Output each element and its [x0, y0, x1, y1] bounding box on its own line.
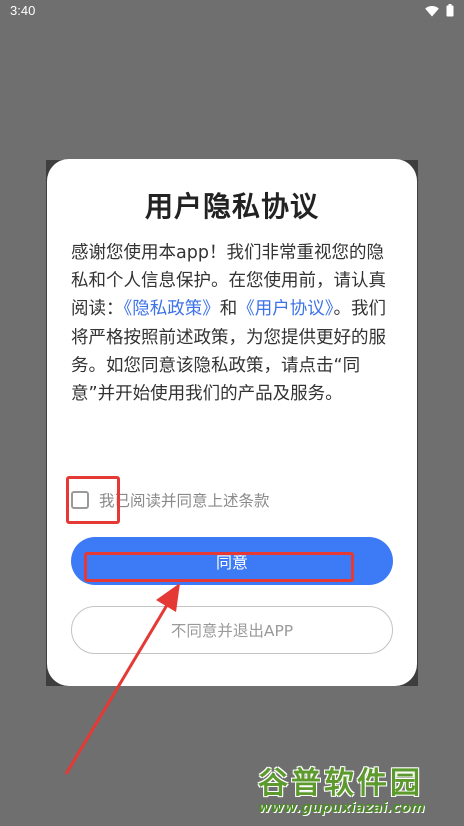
watermark: 谷普软件园 www.gupuxiazai.com: [252, 748, 462, 826]
watermark-title: 谷普软件园: [258, 766, 423, 801]
watermark-url: www.gupuxiazai.com: [258, 800, 425, 816]
annotation-arrow-icon: [64, 583, 180, 775]
